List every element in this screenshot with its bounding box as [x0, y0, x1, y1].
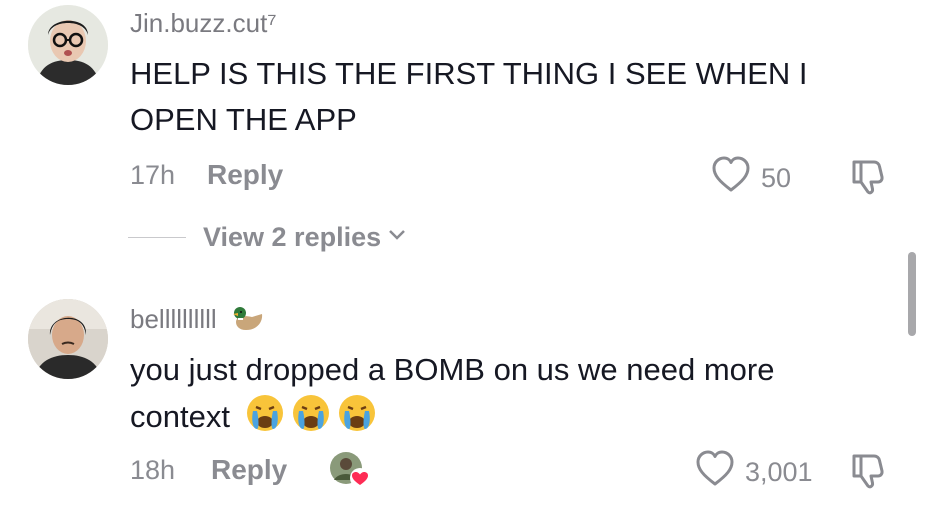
divider	[128, 236, 186, 239]
comment-text: you just dropped a BOMB on us we need mo…	[130, 347, 774, 446]
avatar[interactable]	[28, 299, 108, 379]
crying-face-emoji	[337, 393, 377, 446]
comment-text-line2: OPEN THE APP	[130, 102, 357, 137]
crying-face-emoji	[245, 393, 285, 446]
comment-text-line1: HELP IS THIS THE FIRST THING I SEE WHEN …	[130, 56, 808, 91]
thumbs-down-icon[interactable]	[848, 454, 888, 494]
like-count: 3,001	[745, 457, 813, 487]
like-count: 50	[761, 163, 792, 193]
comment-text-line2: context	[130, 393, 774, 446]
dislike-button[interactable]	[848, 450, 888, 495]
view-replies-label: View 2 replies	[203, 222, 382, 252]
comment-text-line1: you just dropped a BOMB on us we need mo…	[130, 352, 775, 387]
like-button[interactable]: 50	[711, 156, 791, 201]
scrollbar[interactable]	[908, 252, 916, 336]
avatar[interactable]	[28, 5, 108, 85]
username[interactable]: Jin.buzz.cut⁷	[130, 8, 277, 39]
reply-button[interactable]: Reply	[207, 159, 283, 191]
crying-face-emoji	[291, 393, 331, 446]
view-replies-button[interactable]: View 2 replies	[128, 222, 407, 253]
comment-text: HELP IS THIS THE FIRST THING I SEE WHEN …	[130, 51, 808, 143]
thumbs-down-icon[interactable]	[848, 160, 888, 200]
comment-text-line2-label: context	[130, 399, 230, 434]
heart-icon[interactable]	[695, 450, 735, 495]
reply-button[interactable]: Reply	[211, 454, 287, 486]
creator-liked-badge	[328, 450, 372, 490]
duck-emoji	[230, 304, 266, 341]
chevron-down-icon	[387, 228, 407, 247]
timestamp: 18h	[130, 455, 176, 485]
timestamp: 17h	[130, 160, 176, 190]
dislike-button[interactable]	[848, 156, 888, 201]
username-label: bellllllllll	[130, 304, 217, 334]
username[interactable]: bellllllllll	[130, 304, 266, 341]
heart-icon[interactable]	[711, 156, 751, 201]
like-button[interactable]: 3,001	[695, 450, 813, 495]
